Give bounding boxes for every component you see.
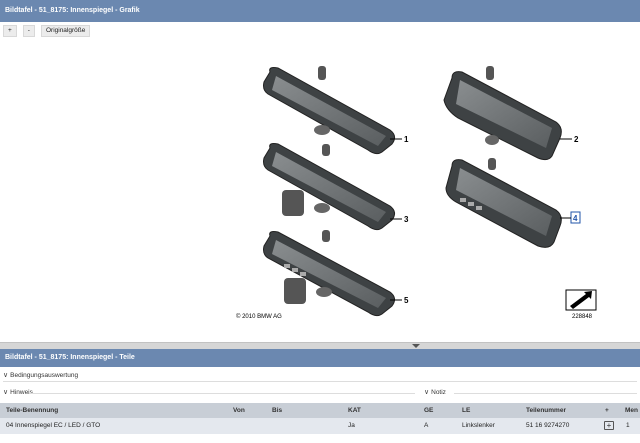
- callout-5[interactable]: 5: [404, 296, 409, 305]
- column-header-part-number[interactable]: Teilenummer: [526, 403, 566, 418]
- mirror-4-illustration: [445, 158, 562, 248]
- callout-4[interactable]: 4: [573, 214, 578, 223]
- zoom-out-button[interactable]: -: [22, 25, 35, 37]
- divider: [454, 393, 637, 394]
- add-to-cart-button[interactable]: +: [604, 418, 614, 435]
- column-header-von[interactable]: Von: [233, 403, 245, 418]
- part-le: Linkslenker: [462, 422, 495, 429]
- condition-section-label: Bedingungsauswertung: [10, 371, 79, 379]
- column-header-add[interactable]: +: [605, 403, 609, 418]
- collapse-arrow-icon[interactable]: [412, 344, 420, 348]
- arrow-logo-icon: [565, 289, 597, 311]
- column-header-ge[interactable]: GE: [424, 403, 433, 418]
- mirror-3-illustration: [263, 143, 396, 231]
- mirror-2-illustration: [443, 66, 562, 161]
- parts-table-header: Teile-Benennung Von Bis KAT GE LE Teilen…: [0, 403, 640, 418]
- callout-3[interactable]: 3: [404, 215, 409, 224]
- chevron-down-icon: ∨: [3, 372, 9, 379]
- cart-add-icon: +: [604, 421, 614, 430]
- part-ge: A: [424, 422, 429, 429]
- part-name: 04 Innenspiegel EC / LED / GTO: [6, 422, 101, 429]
- original-size-button[interactable]: Originalgröße: [40, 25, 91, 37]
- divider: [3, 381, 637, 382]
- part-kat: Ja: [348, 422, 355, 429]
- chevron-down-icon: ∨: [424, 389, 430, 396]
- mirror-5-illustration: [263, 230, 396, 317]
- column-header-quantity[interactable]: Men: [625, 403, 638, 418]
- image-number: 228848: [572, 314, 593, 320]
- callout-2[interactable]: 2: [574, 135, 579, 144]
- note-section-label: Hinweis: [10, 388, 33, 396]
- mirror-1-illustration: [263, 66, 396, 155]
- callout-1[interactable]: 1: [404, 135, 409, 144]
- table-row[interactable]: 04 Innenspiegel EC / LED / GTO Ja A Link…: [0, 418, 640, 434]
- column-header-kat[interactable]: KAT: [348, 403, 361, 418]
- zoom-in-button[interactable]: +: [3, 25, 17, 37]
- part-number: 51 16 9274270: [526, 422, 570, 429]
- notice-section-toggle[interactable]: ∨ Notiz: [424, 388, 446, 397]
- condition-section-toggle[interactable]: ∨ Bedingungsauswertung: [3, 371, 79, 380]
- chevron-down-icon: ∨: [3, 389, 9, 396]
- graphic-panel-title: Bildtafel - 51_8175: Innenspiegel - Graf…: [0, 0, 640, 22]
- column-header-le[interactable]: LE: [462, 403, 470, 418]
- copyright-text: © 2010 BMW AG: [236, 313, 282, 320]
- divider: [30, 393, 415, 394]
- panel-splitter[interactable]: [0, 342, 640, 349]
- parts-diagram: 1 2 3 4 5 © 2010 BMW AG 228848: [230, 60, 610, 325]
- graphic-toolbar: + - Originalgröße: [3, 25, 91, 37]
- parts-panel-title: Bildtafel - 51_8175: Innenspiegel - Teil…: [0, 349, 640, 367]
- notice-section-label: Notiz: [431, 388, 446, 396]
- note-section-toggle[interactable]: ∨ Hinweis: [3, 388, 33, 397]
- column-header-name[interactable]: Teile-Benennung: [6, 403, 58, 418]
- part-quantity: 1: [626, 422, 630, 429]
- column-header-bis[interactable]: Bis: [272, 403, 282, 418]
